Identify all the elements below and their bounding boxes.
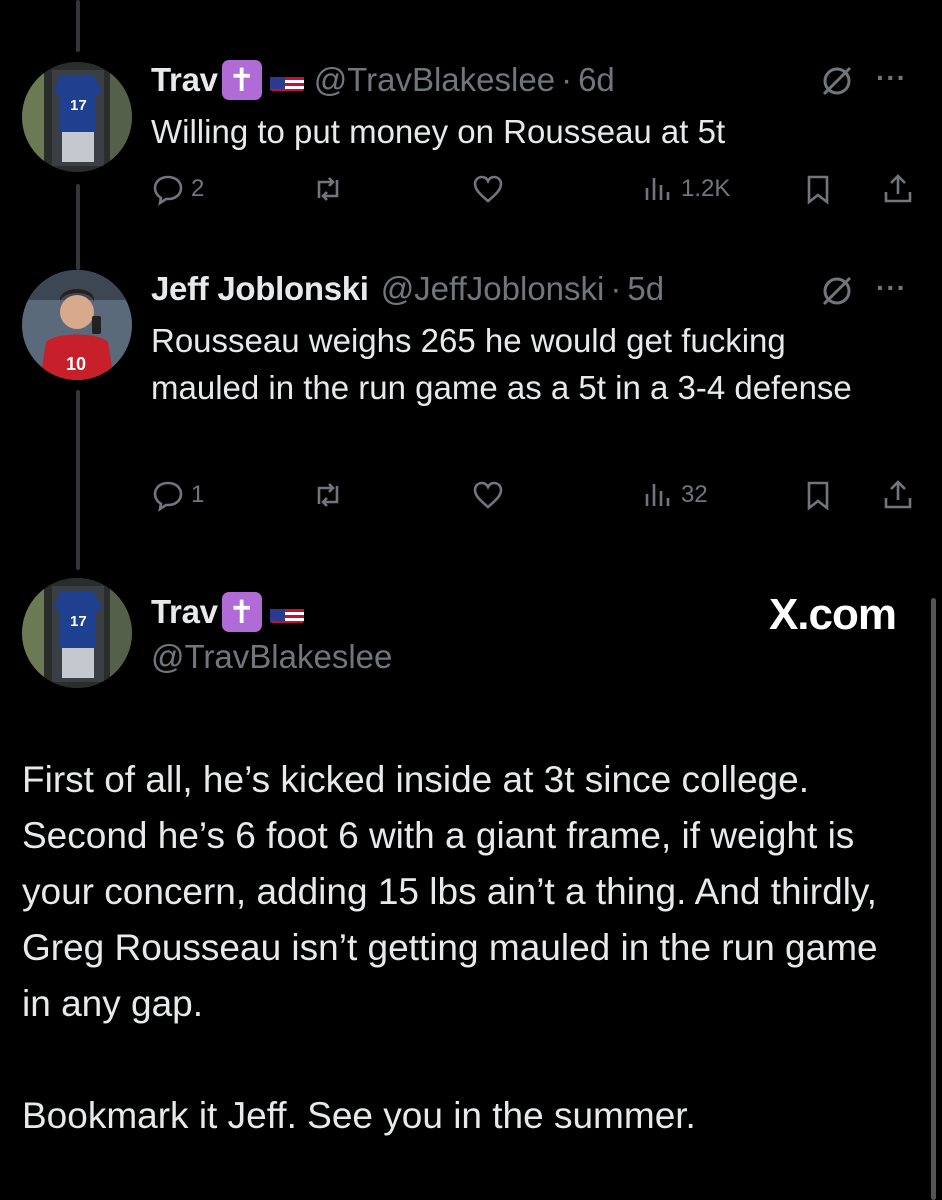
repost-icon: [317, 483, 339, 507]
share-button[interactable]: [881, 478, 915, 512]
jersey-avatar-image: 17: [22, 578, 132, 688]
views-button[interactable]: 32: [641, 478, 708, 512]
scrollbar[interactable]: [931, 598, 936, 1200]
separator-dot: ·: [610, 270, 622, 307]
grok-icon[interactable]: [818, 62, 856, 105]
repost-icon: [317, 177, 339, 201]
share-icon: [884, 480, 912, 509]
reply-button[interactable]: 2: [151, 172, 204, 206]
like-button[interactable]: [471, 478, 505, 512]
svg-text:17: 17: [70, 97, 87, 114]
thread-line-1: [76, 184, 80, 270]
post-header: Trav ✝: [151, 592, 304, 632]
tweet-1-header: Trav ✝ @TravBlakeslee · 6d: [151, 60, 615, 100]
timestamp[interactable]: 5d: [627, 270, 664, 308]
like-icon: [473, 175, 503, 203]
bookmark-icon: [807, 175, 829, 205]
user-handle[interactable]: @TravBlakeslee: [314, 61, 555, 99]
timestamp[interactable]: 6d: [578, 61, 615, 99]
avatar[interactable]: 17: [22, 578, 132, 688]
tweet-2-actions: 1 32: [151, 478, 921, 518]
share-button[interactable]: [881, 172, 915, 206]
display-name[interactable]: Jeff Joblonski: [151, 270, 369, 308]
thread-line-top: [76, 0, 80, 52]
repost-button[interactable]: [311, 172, 345, 206]
svg-text:10: 10: [66, 354, 86, 374]
us-flag-icon: [269, 601, 304, 623]
avatar[interactable]: 17: [22, 62, 132, 172]
bookmark-icon: [807, 481, 829, 511]
post-paragraph-1: First of all, he’s kicked inside at 3t s…: [22, 759, 878, 1024]
views-icon: [645, 178, 670, 200]
tweet-text: Willing to put money on Rousseau at 5t: [151, 113, 726, 150]
cross-emoji-icon: ✝: [221, 592, 262, 632]
views-count: 32: [681, 481, 708, 508]
reply-button[interactable]: 1: [151, 478, 204, 512]
svg-text:17: 17: [70, 613, 87, 630]
views-icon: [645, 484, 670, 506]
repost-button[interactable]: [311, 478, 345, 512]
share-icon: [884, 174, 912, 203]
bookmark-button[interactable]: [801, 478, 835, 512]
tweet-1-actions: 2 1.2K: [151, 172, 921, 212]
views-count: 1.2K: [681, 175, 731, 202]
reply-count: 2: [191, 175, 205, 202]
player-avatar-image: 10: [22, 270, 132, 380]
post-paragraph-2: Bookmark it Jeff. See you in the summer.: [22, 1095, 696, 1136]
reply-count: 1: [191, 481, 205, 508]
user-handle[interactable]: @TravBlakeslee: [151, 638, 392, 676]
cross-emoji-icon: ✝: [221, 60, 262, 100]
like-button[interactable]: [471, 172, 505, 206]
bookmark-button[interactable]: [801, 172, 835, 206]
user-handle[interactable]: @JeffJoblonski: [381, 270, 605, 308]
display-name[interactable]: Trav: [151, 61, 218, 99]
us-flag-icon: [269, 69, 304, 91]
views-button[interactable]: 1.2K: [641, 172, 730, 206]
reply-icon: [153, 481, 183, 512]
x-com-logo: X.com: [768, 590, 897, 639]
reply-icon: [153, 175, 183, 206]
grok-icon[interactable]: [818, 272, 856, 315]
post-body: First of all, he’s kicked inside at 3t s…: [22, 752, 902, 1144]
separator-dot: ·: [561, 61, 573, 98]
jersey-avatar-image: 17: [22, 62, 132, 172]
more-icon[interactable]: ···: [876, 62, 907, 94]
display-name[interactable]: Trav: [151, 593, 218, 631]
tweet-text: Rousseau weighs 265 he would get fucking…: [151, 322, 852, 406]
like-icon: [473, 481, 503, 509]
post-handle-row: @TravBlakeslee: [151, 638, 392, 676]
thread-line-2: [76, 390, 80, 570]
tweet-2-header: Jeff Joblonski @JeffJoblonski · 5d: [151, 270, 664, 308]
avatar[interactable]: 10: [22, 270, 132, 380]
more-icon[interactable]: ···: [876, 272, 907, 304]
